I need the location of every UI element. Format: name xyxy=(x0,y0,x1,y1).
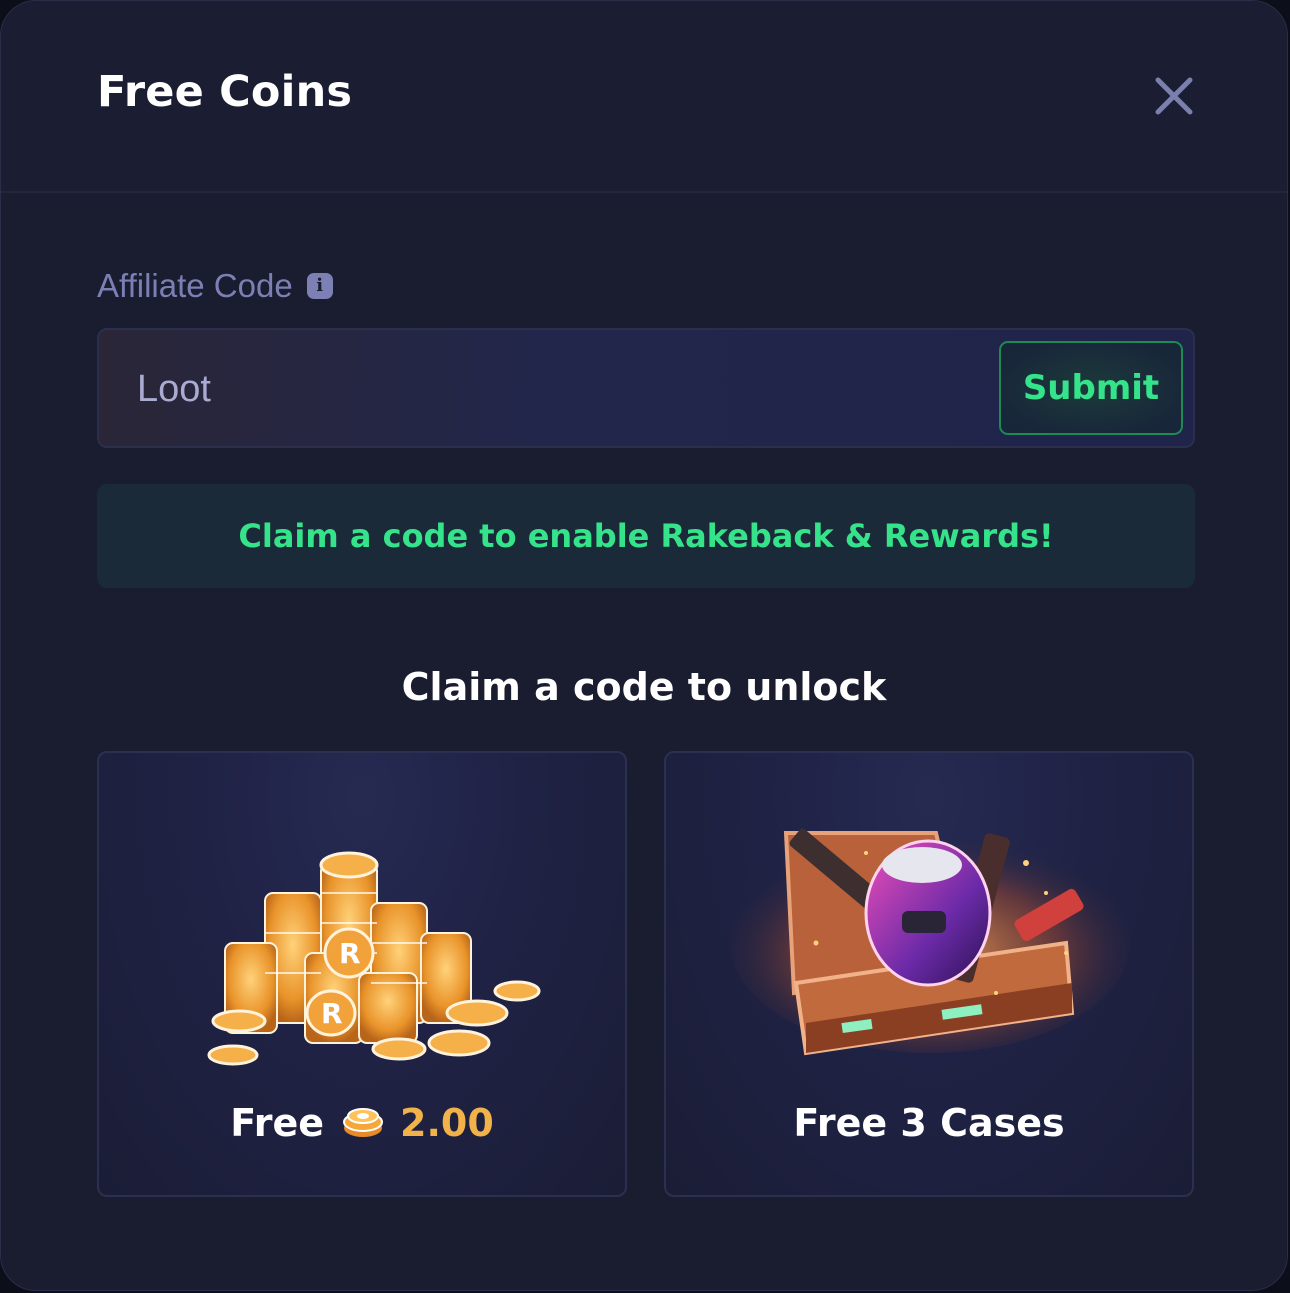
free-cases-caption: Free 3 Cases xyxy=(793,1101,1065,1145)
affiliate-code-input[interactable] xyxy=(135,330,979,448)
affiliate-code-label: Affiliate Code xyxy=(97,267,293,304)
affiliate-code-field: Submit xyxy=(97,328,1195,448)
free-coins-caption: Free 2.00 xyxy=(99,1101,625,1145)
info-icon[interactable]: i xyxy=(306,273,333,299)
svg-text:R: R xyxy=(321,997,343,1030)
affiliate-label-row: Affiliate Code i xyxy=(97,267,333,305)
svg-text:R: R xyxy=(339,937,361,970)
close-icon[interactable] xyxy=(1153,75,1195,117)
unlock-title: Claim a code to unlock xyxy=(401,665,887,709)
free-prefix: Free xyxy=(230,1101,325,1145)
modal-title: Free Coins xyxy=(97,67,353,117)
rakeback-banner: Claim a code to enable Rakeback & Reward… xyxy=(97,484,1195,588)
free-coins-modal: Free Coins Affiliate Code i Submit Claim… xyxy=(0,0,1288,1291)
coin-amount: 2.00 xyxy=(400,1101,494,1145)
free-coins-card[interactable]: R R Free 2.00 xyxy=(97,751,627,1197)
coin-icon xyxy=(342,1102,384,1144)
modal-header: Free Coins xyxy=(1,1,1287,193)
coin-stack-image: R R xyxy=(99,793,625,1093)
weapon-case-image xyxy=(666,793,1192,1093)
free-cases-card[interactable]: Free 3 Cases xyxy=(664,751,1194,1197)
submit-button[interactable]: Submit xyxy=(999,341,1183,435)
